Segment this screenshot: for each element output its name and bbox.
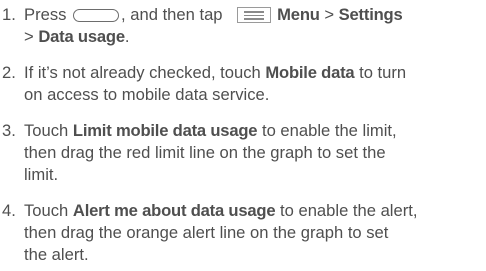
step-number: 1.: [2, 5, 16, 24]
path-separator: >: [24, 27, 34, 46]
settings-label: Settings: [338, 5, 403, 24]
step-text-part: Touch: [24, 121, 69, 140]
step-text-line: on access to mobile data service.: [24, 85, 270, 104]
step-text-part: to enable the alert,: [280, 201, 418, 220]
instruction-steps: 1. Press , and then tap Menu > Settings …: [0, 0, 486, 271]
step-text-part: to turn: [359, 63, 407, 82]
step-text: Touch Alert me about data usage to enabl…: [24, 200, 484, 266]
step-text-line: then drag the red limit line on the grap…: [24, 143, 386, 162]
then-tap-text: , and then tap: [121, 5, 223, 24]
menu-label: Menu: [277, 5, 320, 24]
press-text: Press: [24, 5, 67, 24]
step-text: If it’s not already checked, touch Mobil…: [24, 62, 484, 106]
step-text-line: then drag the orange alert line on the g…: [24, 223, 389, 242]
step-text: Touch Limit mobile data usage to enable …: [24, 120, 484, 186]
step-text-line: limit.: [24, 165, 59, 184]
period: .: [124, 27, 130, 46]
limit-mobile-data-usage-label: Limit mobile data usage: [72, 121, 258, 140]
step-text-part: to enable the limit,: [261, 121, 397, 140]
step-text-part: Touch: [24, 201, 69, 220]
home-key-icon: [73, 9, 120, 22]
step-text: Press , and then tap Menu > Settings > D…: [24, 4, 484, 48]
step-text-line: the alert.: [24, 245, 89, 264]
mobile-data-label: Mobile data: [265, 63, 355, 82]
step-number: 2.: [2, 63, 16, 82]
path-separator: >: [324, 5, 335, 24]
alert-data-usage-label: Alert me about data usage: [72, 201, 276, 220]
step-number: 4.: [2, 201, 16, 220]
step-text-part: If it’s not already checked, touch: [24, 63, 261, 82]
data-usage-label: Data usage: [38, 27, 125, 46]
step-number: 3.: [2, 121, 16, 140]
menu-key-icon: [237, 7, 272, 23]
